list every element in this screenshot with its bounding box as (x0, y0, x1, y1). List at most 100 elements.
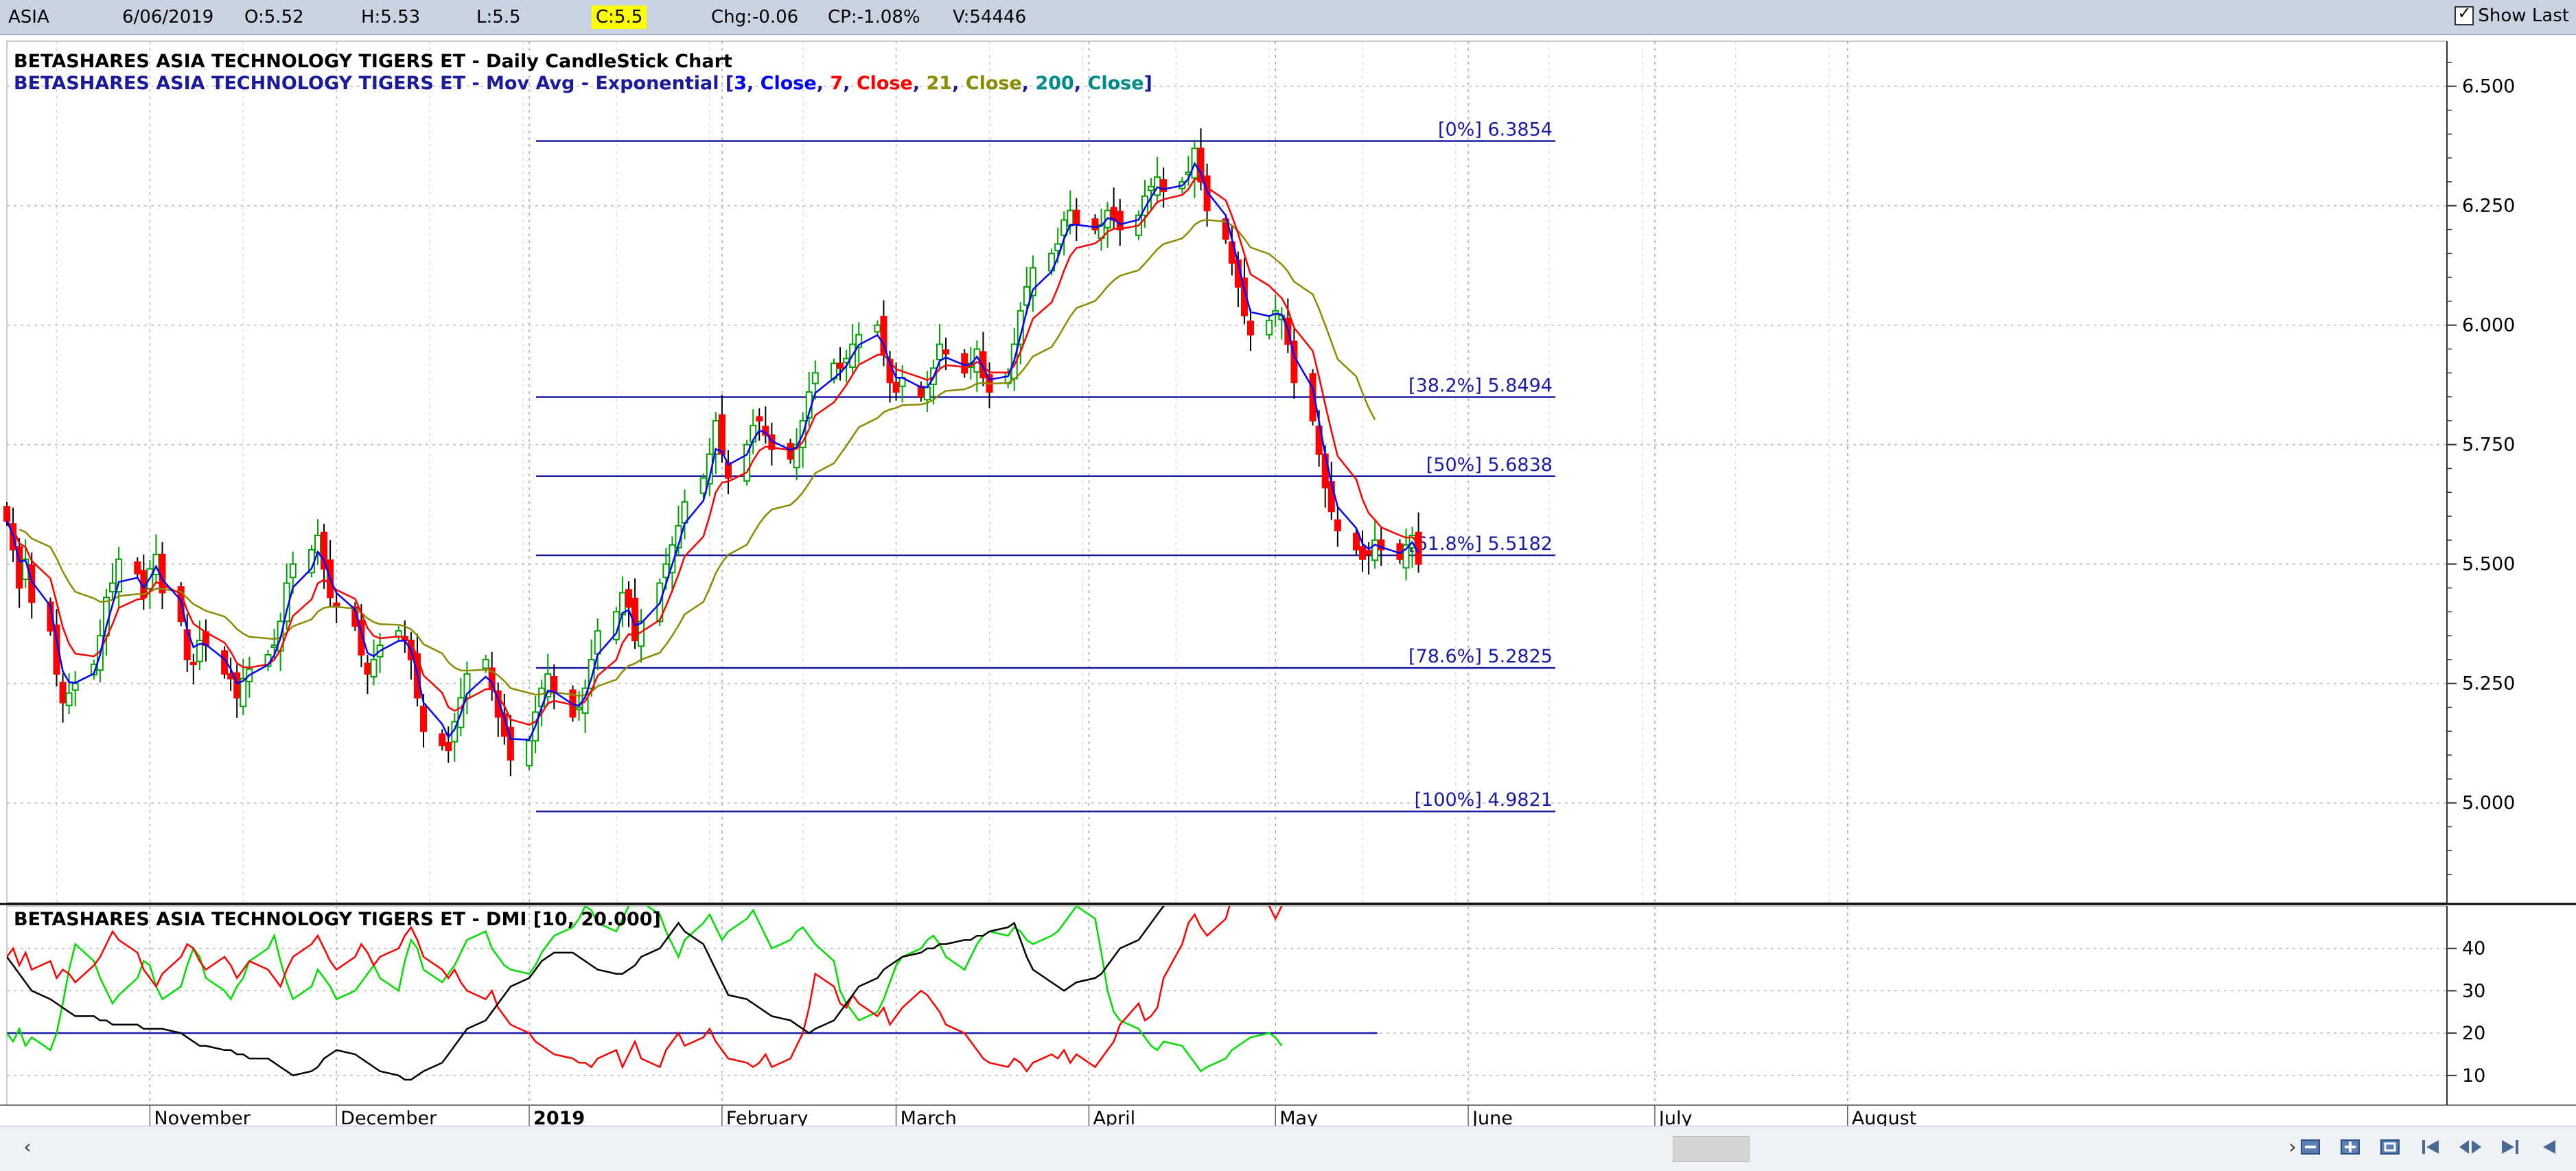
scroll-thumb[interactable] (1673, 1136, 1750, 1162)
chart-canvas[interactable]: November December 2019 February March April Ma… (0, 34, 2576, 1126)
scroll-both-icon[interactable] (2455, 1133, 2485, 1161)
candle-body (1359, 546, 1367, 560)
low-price: L:5.5 (476, 7, 521, 27)
ma-legend: BETASHARES ASIA TECHNOLOGY TIGERS ET - M… (14, 73, 1152, 94)
symbol-label: ASIA (8, 7, 49, 27)
ma-legend-sep: , (913, 73, 927, 94)
charting-app: ASIA 6/06/2019 O:5.52 H:5.53 L:5.5 C:5.5… (0, 0, 2576, 1171)
scroll-left-icon[interactable]: ‹ (14, 1133, 41, 1161)
candle-body (1067, 209, 1074, 227)
ma-legend-sep: , (747, 73, 761, 94)
candle-body (109, 582, 117, 593)
y-tick-label: 6.250 (2462, 196, 2515, 217)
candle-body (189, 662, 197, 666)
fib-label: [0%] 6.3854 (1438, 119, 1553, 140)
ma-legend-field: Close (1088, 73, 1144, 94)
first-page-icon[interactable] (2415, 1133, 2446, 1161)
candle-body (718, 414, 726, 455)
candle-body (936, 343, 943, 360)
candle-body (233, 672, 241, 699)
candle-body (65, 692, 73, 706)
price-panel (6, 40, 2448, 903)
y-tick-label: 6.500 (2462, 76, 2515, 97)
candle-body (1266, 319, 1273, 336)
ma-legend-period: 3 (734, 73, 747, 94)
fib-label: [38.2%] 5.8494 (1408, 375, 1553, 397)
x-tick-label: May (1279, 1108, 1318, 1126)
show-last-toggle[interactable]: Show Last (2455, 3, 2569, 26)
candle-body (482, 658, 489, 669)
zoom-fit-icon[interactable] (2376, 1133, 2406, 1161)
candle-body (1334, 519, 1341, 531)
x-tick-label: April (1093, 1108, 1135, 1126)
candle-body (71, 682, 79, 691)
dmi-y-tick-label: 40 (2462, 938, 2485, 960)
candle-body (1073, 209, 1080, 226)
candle-body (1321, 453, 1329, 489)
candle-body (370, 658, 378, 677)
fib-label: [100%] 4.9821 (1415, 789, 1553, 811)
change-percent: CP:-1.08% (828, 7, 920, 27)
candle-body (364, 662, 371, 675)
candle-body (1371, 539, 1379, 561)
ma-legend-sep: , (843, 73, 857, 94)
y-tick-label: 5.000 (2462, 793, 2515, 814)
candle-body (625, 589, 632, 608)
ma-legend-period: 21 (927, 73, 953, 94)
previous-icon[interactable] (2535, 1133, 2565, 1161)
close-price: C:5.5 (592, 5, 647, 29)
candle-body (439, 733, 446, 747)
dmi-chart-title: BETASHARES ASIA TECHNOLOGY TIGERS ET - D… (14, 909, 661, 930)
navigation-bar: ‹ › (0, 1126, 2576, 1171)
ma-legend-field: Close (966, 73, 1022, 94)
ma-legend-period: 7 (830, 73, 843, 94)
zoom-out-icon[interactable] (2296, 1133, 2326, 1161)
show-last-label: Show Last (2478, 5, 2569, 26)
candle-body (1116, 211, 1124, 231)
candle-body (3, 506, 10, 522)
x-tick-label: August (1852, 1108, 1917, 1126)
candle-body (575, 706, 583, 710)
candle-body (526, 740, 533, 767)
candle-body (240, 677, 247, 708)
ma-legend-field: Close (761, 73, 817, 94)
fib-label: [78.6%] 5.2825 (1408, 646, 1553, 667)
candle-body (811, 372, 819, 384)
ma-legend-sep: , (1074, 73, 1088, 94)
y-tick-label: 5.750 (2462, 434, 2515, 456)
quote-toolbar: ASIA 6/06/2019 O:5.52 H:5.53 L:5.5 C:5.5… (0, 0, 2576, 35)
candle-body (270, 645, 278, 649)
candle-body (942, 349, 950, 355)
open-price: O:5.52 (244, 7, 304, 27)
last-page-icon[interactable] (2495, 1133, 2525, 1161)
candle-body (756, 416, 763, 421)
candle-body (837, 362, 844, 369)
zoom-in-icon[interactable] (2336, 1133, 2366, 1161)
chart-nav-buttons (2296, 1133, 2576, 1161)
x-tick-label: December (340, 1108, 437, 1126)
date-label: 6/06/2019 (122, 7, 214, 27)
x-tick-label: June (1471, 1108, 1513, 1126)
x-tick-label: March (901, 1108, 957, 1126)
x-tick-label: February (726, 1108, 809, 1126)
candle-body (923, 386, 931, 401)
dmi-y-tick-label: 10 (2462, 1065, 2485, 1087)
candle-body (1353, 533, 1360, 550)
candle-body (892, 382, 900, 393)
ma-legend-sep: , (1022, 73, 1036, 94)
candle-body (314, 534, 321, 553)
fib-label: [61.8%] 5.5182 (1408, 533, 1553, 555)
dmi-y-tick-label: 30 (2462, 980, 2485, 1001)
ma-legend-prefix: BETASHARES ASIA TECHNOLOGY TIGERS ET - M… (14, 73, 734, 94)
ma-legend-sep: , (952, 73, 966, 94)
ma-legend-period: 200 (1035, 73, 1074, 94)
candle-body (289, 563, 297, 579)
candle-body (1365, 550, 1373, 555)
ma-legend-sep: , (817, 73, 831, 94)
volume-label: V:54446 (953, 7, 1027, 27)
horizontal-scrollbar[interactable]: ‹ › (14, 1133, 2297, 1162)
candle-body (420, 706, 428, 732)
change-value: Chg:-0.06 (711, 7, 799, 27)
candle-body (874, 324, 881, 333)
checkbox-checked-icon[interactable] (2455, 3, 2474, 25)
